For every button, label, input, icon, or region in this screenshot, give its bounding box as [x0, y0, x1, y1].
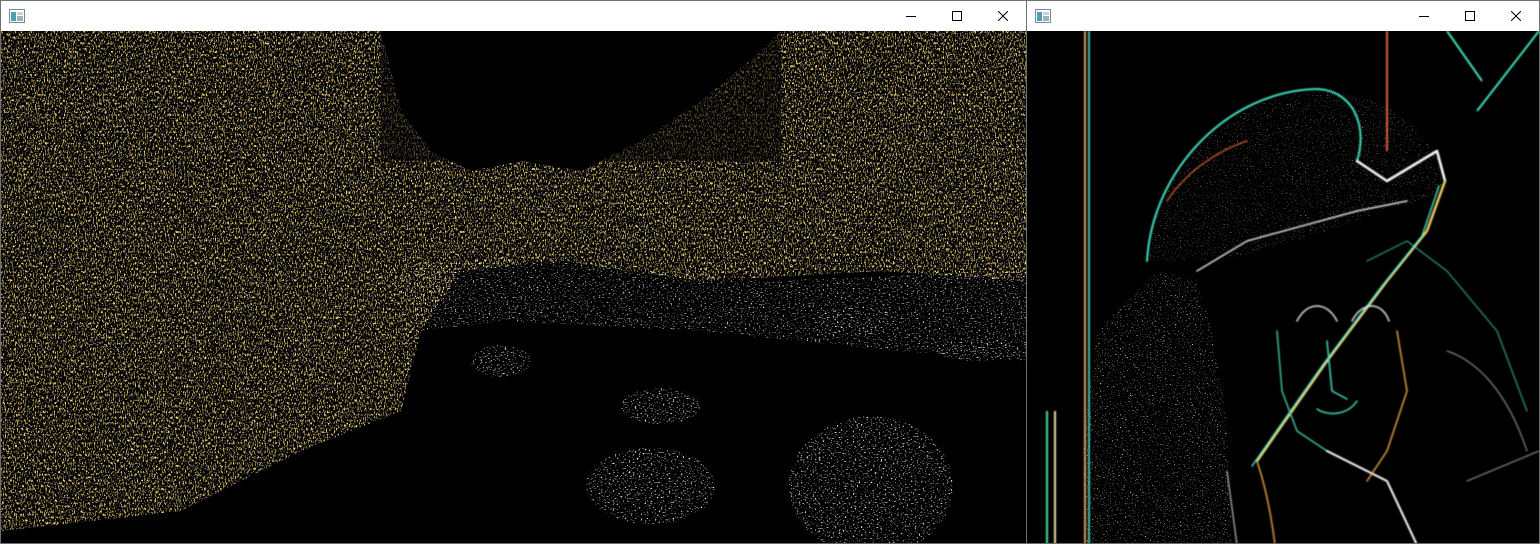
minimize-button[interactable]: [888, 1, 934, 31]
minimize-button[interactable]: [1401, 1, 1447, 31]
image-canvas-landscape-edges: [1, 31, 1026, 543]
maximize-icon: [952, 11, 962, 21]
edge-image-landscape: [1, 31, 1026, 543]
edge-image-portrait: [1027, 31, 1539, 543]
maximize-icon: [1465, 11, 1475, 21]
close-icon: [998, 11, 1008, 21]
app-icon: [1035, 9, 1051, 23]
close-button[interactable]: [980, 1, 1026, 31]
app-icon: [9, 9, 25, 23]
close-button[interactable]: [1493, 1, 1539, 31]
image-window-right: [1026, 0, 1540, 544]
minimize-icon: [1419, 16, 1429, 17]
window-controls: [888, 1, 1026, 31]
minimize-icon: [906, 16, 916, 17]
title-bar[interactable]: [1, 1, 1026, 31]
maximize-button[interactable]: [1447, 1, 1493, 31]
close-icon: [1511, 11, 1521, 21]
image-window-left: [0, 0, 1027, 544]
image-canvas-portrait-edges: [1027, 31, 1539, 543]
window-controls: [1401, 1, 1539, 31]
maximize-button[interactable]: [934, 1, 980, 31]
title-bar[interactable]: [1027, 1, 1539, 31]
